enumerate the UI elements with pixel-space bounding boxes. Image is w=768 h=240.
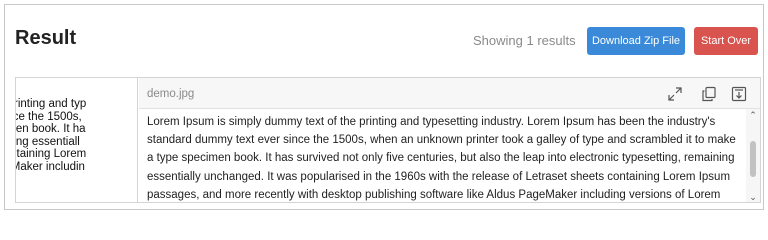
- image-thumbnail[interactable]: e printing and typ since the 1500s, cime…: [16, 78, 138, 202]
- page-title: Result: [15, 27, 77, 49]
- thumbnail-line: since the 1500s,: [16, 110, 82, 123]
- result-header: Result Showing 1 results Download Zip Fi…: [5, 5, 763, 69]
- thumbnail-line: geMaker includin: [16, 160, 85, 173]
- result-frame: Result Showing 1 results Download Zip Fi…: [4, 4, 764, 210]
- start-over-button[interactable]: Start Over: [694, 27, 758, 55]
- expand-icon[interactable]: [667, 86, 683, 102]
- result-toolbar: demo.jpg: [139, 78, 760, 108]
- result-card: e printing and typ since the 1500s, cime…: [15, 77, 761, 203]
- scroll-thumb[interactable]: [750, 141, 756, 177]
- extracted-text-area[interactable]: Lorem Ipsum is simply dummy text of the …: [139, 108, 760, 202]
- scroll-up-icon[interactable]: ⌃: [746, 109, 760, 121]
- scroll-down-icon[interactable]: ⌄: [746, 191, 760, 202]
- download-zip-button[interactable]: Download Zip File: [587, 27, 685, 55]
- thumbnail-text: e printing and typ since the 1500s, cime…: [16, 98, 137, 173]
- results-count: Showing 1 results: [473, 33, 576, 48]
- vertical-scrollbar[interactable]: ⌃ ⌄: [746, 109, 760, 202]
- thumbnail-line: containing Lorem: [16, 148, 87, 160]
- extracted-text: Lorem Ipsum is simply dummy text of the …: [147, 116, 736, 201]
- copy-icon[interactable]: [701, 86, 717, 102]
- thumbnail-line: e printing and typ: [16, 98, 87, 110]
- result-panel: demo.jpg Lorem Ipsum is simply dummy tex…: [139, 78, 760, 202]
- thumbnail-line: aining essentiall: [16, 135, 80, 148]
- file-name: demo.jpg: [147, 88, 195, 100]
- thumbnail-line: cimen book. It ha: [16, 123, 86, 135]
- download-icon[interactable]: [731, 86, 747, 102]
